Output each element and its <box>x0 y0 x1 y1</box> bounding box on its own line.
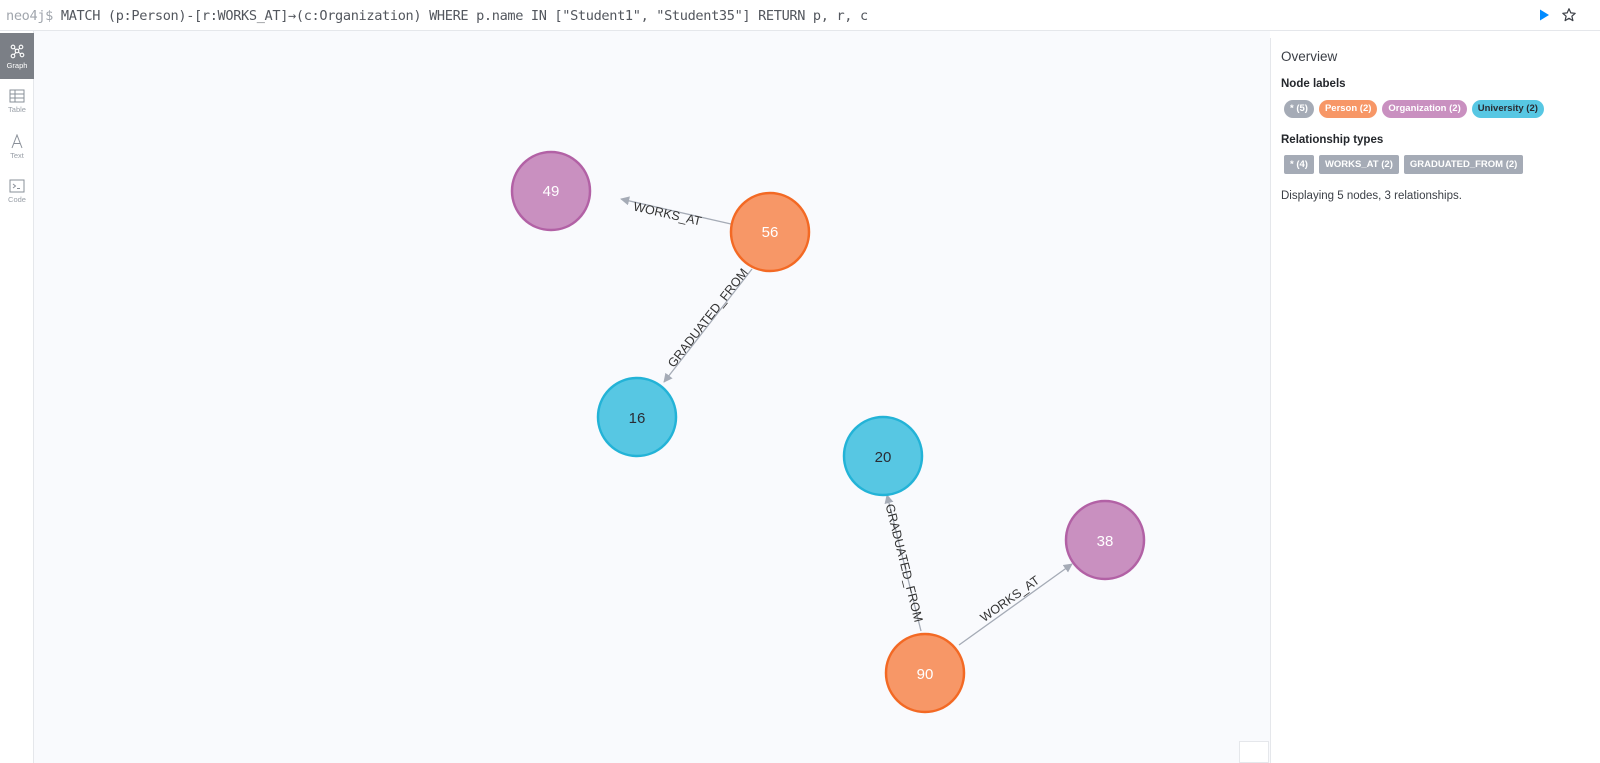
query-text[interactable]: MATCH (p:Person)-[r:WORKS_AT]→(c:Organiz… <box>61 8 868 24</box>
relationship-graduated-from-2[interactable]: GRADUATED_FROM <box>883 494 926 632</box>
node-organization-38[interactable]: 38 <box>1064 499 1146 581</box>
rel-type-chip-all[interactable]: * (4) <box>1284 155 1314 174</box>
display-summary: Displaying 5 nodes, 3 relationships. <box>1281 190 1462 202</box>
query-editor[interactable]: neo4j$ MATCH (p:Person)-[r:WORKS_AT]→(c:… <box>6 8 868 24</box>
relationship-graduated-from-1[interactable]: GRADUATED_FROM <box>663 266 753 383</box>
node-caption: 56 <box>762 224 779 241</box>
relationship-caption: GRADUATED_FROM <box>883 502 926 623</box>
graph-view-button[interactable]: Graph <box>0 33 34 79</box>
view-sidebar: Graph Table Text Code <box>0 31 34 763</box>
graph-canvas[interactable]: WORKS_AT GRADUATED_FROM GRADUATED_FROM W… <box>34 31 1270 763</box>
star-icon <box>1562 8 1576 22</box>
query-prompt: neo4j$ <box>6 8 54 24</box>
node-label-chip-person[interactable]: Person (2) <box>1318 100 1378 118</box>
node-caption: 20 <box>875 449 892 466</box>
node-organization-49[interactable]: 49 <box>510 150 592 232</box>
code-view-label: Code <box>8 195 26 204</box>
graph-visualization[interactable]: WORKS_AT GRADUATED_FROM GRADUATED_FROM W… <box>34 31 1270 763</box>
code-view-button[interactable]: Code <box>0 169 34 215</box>
node-caption: 49 <box>543 183 560 200</box>
relationship-works-at-2[interactable]: WORKS_AT <box>958 563 1073 646</box>
node-label-chip-all[interactable]: * (5) <box>1284 100 1314 118</box>
text-view-label: Text <box>10 151 24 160</box>
run-button[interactable] <box>1536 7 1552 23</box>
relationship-caption: GRADUATED_FROM <box>665 266 751 370</box>
overview-title: Overview <box>1281 49 1338 64</box>
table-icon <box>9 89 25 103</box>
code-icon <box>9 179 25 193</box>
node-person-90[interactable]: 90 <box>884 632 966 714</box>
play-icon <box>1540 9 1549 21</box>
rel-type-chip-works-at[interactable]: WORKS_AT (2) <box>1318 155 1399 174</box>
graph-icon <box>10 44 25 59</box>
table-view-button[interactable]: Table <box>0 79 34 125</box>
node-person-56[interactable]: 56 <box>729 191 811 273</box>
node-university-20[interactable]: 20 <box>842 415 924 497</box>
relationship-caption: WORKS_AT <box>632 200 703 229</box>
text-view-button[interactable]: Text <box>0 124 34 170</box>
rel-type-chip-graduated-from[interactable]: GRADUATED_FROM (2) <box>1403 155 1524 174</box>
relationship-types-heading: Relationship types <box>1281 134 1384 146</box>
node-label-chip-university[interactable]: University (2) <box>1471 100 1544 118</box>
node-university-16[interactable]: 16 <box>596 376 678 458</box>
node-labels-list: * (5) Person (2) Organization (2) Univer… <box>1284 100 1544 118</box>
relationship-caption: WORKS_AT <box>978 573 1043 625</box>
node-label-chip-organization[interactable]: Organization (2) <box>1382 100 1467 118</box>
canvas-corner-control[interactable] <box>1239 741 1269 763</box>
node-caption: 38 <box>1097 533 1114 550</box>
overview-panel: Overview Node labels * (5) Person (2) Or… <box>1270 38 1600 763</box>
relationship-types-list: * (4) WORKS_AT (2) GRADUATED_FROM (2) <box>1284 155 1524 174</box>
node-caption: 90 <box>917 666 934 683</box>
table-view-label: Table <box>8 105 26 114</box>
node-labels-heading: Node labels <box>1281 78 1346 90</box>
query-bar: neo4j$ MATCH (p:Person)-[r:WORKS_AT]→(c:… <box>0 0 1600 31</box>
graph-view-label: Graph <box>6 61 28 70</box>
node-caption: 16 <box>629 410 646 427</box>
favorite-button[interactable] <box>1561 7 1577 23</box>
text-icon <box>11 134 23 149</box>
relationship-works-at-1[interactable]: WORKS_AT <box>620 196 732 229</box>
